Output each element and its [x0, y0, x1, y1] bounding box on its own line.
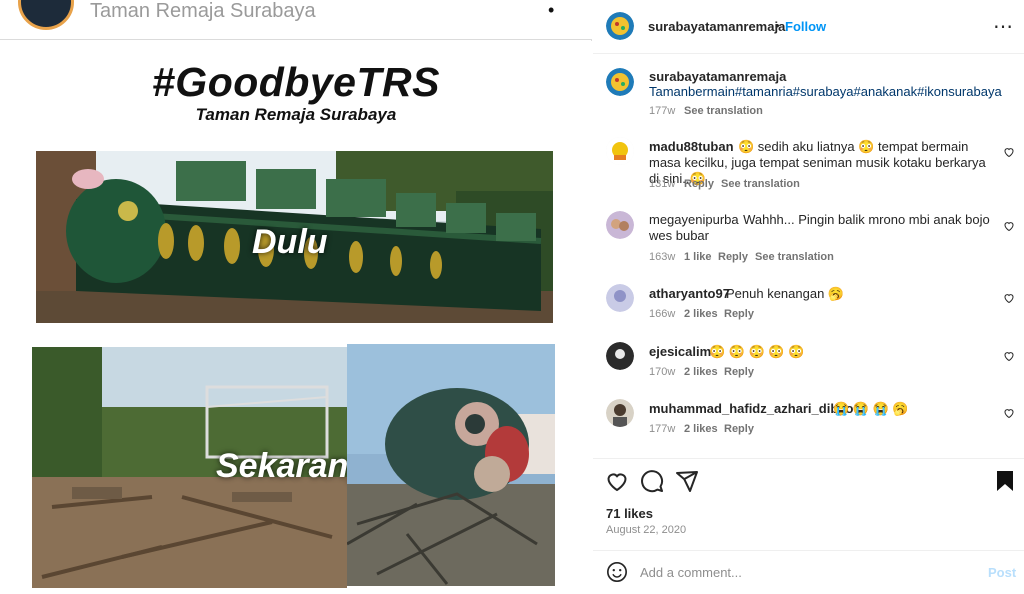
comment-time: 177w — [649, 423, 676, 435]
comment-reply[interactable]: Reply — [718, 251, 748, 263]
comment-time: 166w — [649, 308, 676, 320]
photo-ladybug-wreck — [347, 344, 555, 586]
photo-ruins-after: Sekarang — [32, 347, 347, 588]
divider — [593, 458, 1024, 459]
caption-avatar[interactable] — [606, 68, 634, 96]
image-hashtag: #GoodbyeTRS — [152, 59, 440, 105]
comment-see-translation[interactable]: See translation — [721, 178, 800, 190]
comment-reply[interactable]: Reply — [724, 423, 754, 435]
comment-icon[interactable] — [640, 469, 664, 493]
caption-text: Tamanbermain#tamanria#surabaya#anakanak#… — [649, 84, 1002, 99]
comment-text: 😭 😭 😭 🥱 — [833, 401, 909, 416]
comment-time: 163w — [649, 251, 676, 263]
comment-input[interactable]: Add a comment... — [640, 565, 742, 580]
emoji-icon[interactable] — [606, 561, 628, 583]
comment-username[interactable]: madu88tuban — [649, 139, 734, 154]
comment-time: 170w — [649, 366, 676, 378]
comment-avatar[interactable] — [606, 399, 634, 427]
comment-username[interactable]: atharyanto97 — [649, 286, 730, 301]
like-heart-icon[interactable] — [605, 469, 629, 493]
heart-icon[interactable] — [1003, 220, 1015, 232]
heart-icon[interactable] — [1003, 350, 1015, 362]
comment-avatar[interactable] — [606, 284, 634, 312]
background-avatar — [18, 0, 74, 30]
comment-reply[interactable]: Reply — [684, 178, 714, 190]
comment-avatar[interactable] — [606, 137, 634, 165]
photo-train-before: Dulu — [36, 151, 553, 323]
author-username[interactable]: surabayatamanremaja — [648, 19, 785, 34]
label-before: Dulu — [252, 223, 328, 261]
background-account-header: Taman Remaja Surabaya • — [0, 0, 592, 40]
dot-icon: • — [548, 0, 555, 20]
comment-body: megayenipurba Wahhh... Pingin balik mron… — [649, 212, 993, 244]
image-subtitle: Taman Remaja Surabaya — [195, 105, 397, 124]
comment-see-translation[interactable]: See translation — [755, 251, 834, 263]
post-date: August 22, 2020 — [606, 524, 687, 536]
send-icon[interactable] — [675, 469, 699, 493]
bookmark-icon[interactable] — [995, 470, 1015, 492]
caption-see-translation[interactable]: See translation — [684, 105, 763, 117]
more-icon[interactable]: ⋯ — [993, 14, 1014, 39]
author-avatar[interactable] — [606, 12, 634, 40]
comment-likes[interactable]: 2 likes — [684, 308, 718, 320]
likes-count[interactable]: 71 likes — [606, 506, 653, 521]
details-panel: surabayatamanremaja • Follow ⋯ surabayat… — [593, 0, 1024, 594]
comment-username[interactable]: megayenipurba — [649, 212, 739, 227]
post-header: surabayatamanremaja • Follow ⋯ — [593, 0, 1024, 54]
instagram-post-window: Taman Remaja Surabaya • #GoodbyeTRS Tama… — [0, 0, 1024, 594]
comment-reply[interactable]: Reply — [724, 308, 754, 320]
comment-time: 131w — [649, 178, 676, 190]
caption-time: 177w — [649, 105, 676, 117]
separator-dot: • — [775, 18, 780, 33]
post-button[interactable]: Post — [988, 565, 1016, 580]
comment-likes[interactable]: 2 likes — [684, 366, 718, 378]
post-image[interactable]: #GoodbyeTRS Taman Remaja Surabaya Dulu S… — [0, 41, 592, 594]
comment-text: Penuh kenangan 🥱 — [726, 286, 845, 301]
background-account-name: Taman Remaja Surabaya — [90, 0, 316, 22]
heart-icon[interactable] — [1003, 292, 1015, 304]
follow-button[interactable]: Follow — [785, 19, 826, 34]
comment-text: 😳 😳 😳 😳 😳 — [709, 344, 805, 359]
label-after: Sekarang — [216, 447, 347, 485]
comment-avatar[interactable] — [606, 342, 634, 370]
comment-likes[interactable]: 1 like — [684, 251, 712, 263]
comment-username[interactable]: muhammad_hafidz_azhari_dibyo — [649, 401, 853, 416]
comment-avatar[interactable] — [606, 211, 634, 239]
media-panel: Taman Remaja Surabaya • #GoodbyeTRS Tama… — [0, 0, 592, 594]
comment-reply[interactable]: Reply — [724, 366, 754, 378]
heart-icon[interactable] — [1003, 146, 1015, 158]
caption-username[interactable]: surabayatamanremaja — [649, 69, 786, 84]
comment-likes[interactable]: 2 likes — [684, 423, 718, 435]
heart-icon[interactable] — [1003, 407, 1015, 419]
add-comment-bar: Add a comment... Post — [593, 550, 1024, 594]
comment-username[interactable]: ejesicalim — [649, 344, 711, 359]
